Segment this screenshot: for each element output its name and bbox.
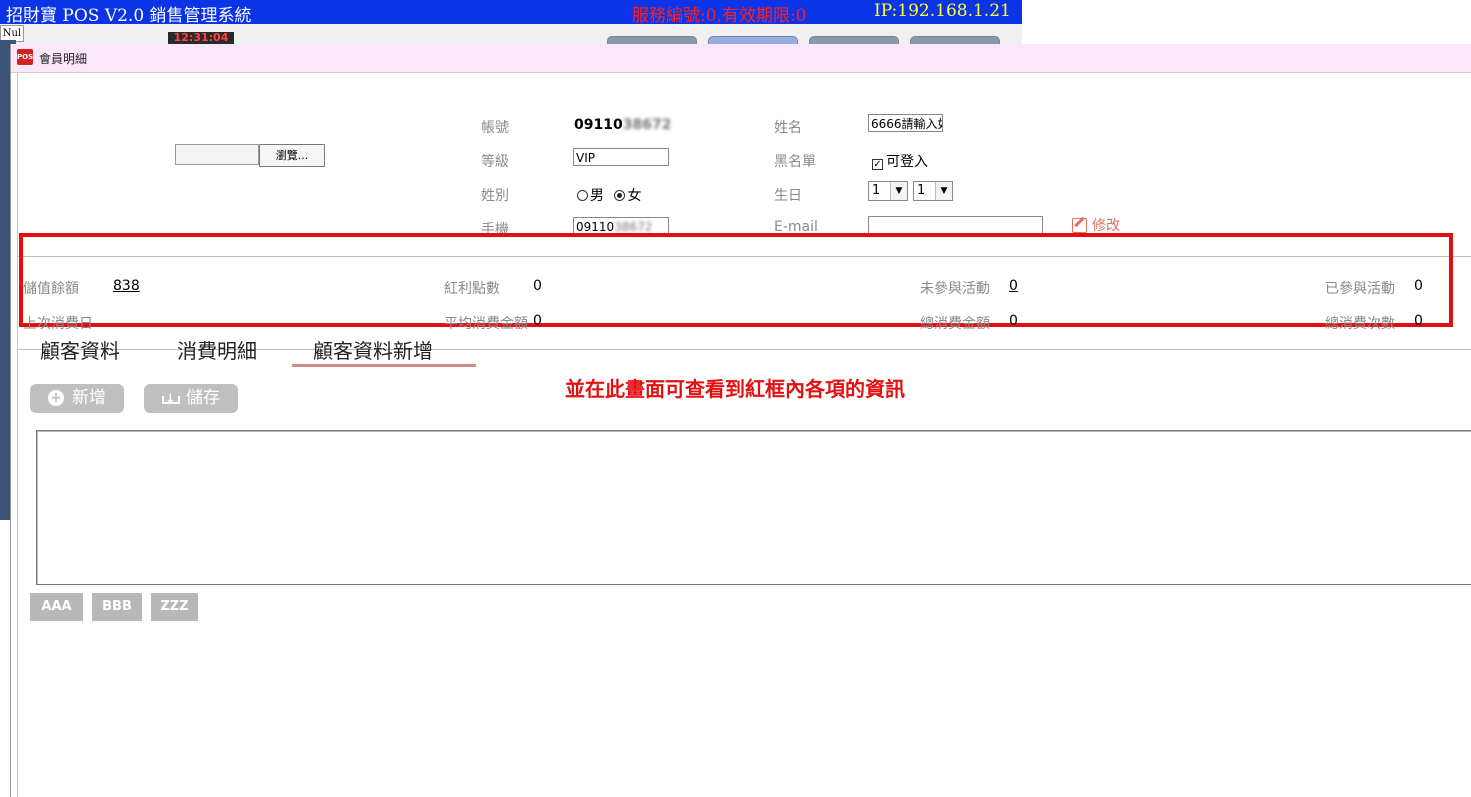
plus-icon: +	[48, 390, 64, 406]
gender-male-label: 男	[590, 188, 604, 204]
login-allowed-checkbox[interactable]: ✓	[872, 159, 883, 170]
customer-info-area[interactable]	[36, 430, 1471, 585]
birthday-month-value: 1	[872, 183, 881, 198]
add-label: 新增	[72, 388, 106, 408]
avg-spend-label: 平均消費金額	[444, 316, 528, 332]
active-tab-indicator	[292, 364, 476, 367]
gender-label: 姓別	[481, 188, 509, 204]
name-input[interactable]: 6666請輸入如	[868, 114, 943, 132]
level-input[interactable]: VIP	[573, 148, 669, 166]
chevron-down-icon: ▼	[890, 182, 907, 200]
login-allowed-label: 可登入	[886, 154, 928, 170]
stored-value-label: 儲值餘額	[23, 281, 79, 297]
not-joined-link[interactable]: 0	[1009, 278, 1018, 294]
ip-info: IP:192.168.1.21	[874, 1, 1011, 21]
gender-female-radio[interactable]	[614, 190, 626, 201]
gender-radio-group: 男 女	[577, 185, 641, 205]
joined-label: 已參與活動	[1325, 281, 1395, 297]
download-icon	[162, 385, 180, 414]
bonus-points-label: 紅利點數	[444, 281, 500, 297]
total-count-label: 總消費次數	[1325, 316, 1395, 332]
app-titlebar: 招財寶 POS V2.0 銷售管理系統 服務編號:0,有效期限:0 IP:192…	[0, 0, 1022, 26]
total-count-value: 0	[1414, 313, 1423, 329]
tag-button[interactable]: BBB	[92, 593, 142, 621]
joined-value: 0	[1414, 278, 1423, 294]
annotation-note: 並在此畫面可查看到紅框內各項的資訊	[565, 377, 905, 401]
edit-label: 修改	[1092, 218, 1120, 234]
tab-customer-info[interactable]: 顧客資料	[40, 335, 120, 364]
gender-female-label: 女	[627, 188, 642, 204]
pos-logo-icon: POS	[17, 49, 33, 65]
last-purchase-label: 上次消費日	[23, 316, 93, 332]
total-spend-value: 0	[1009, 313, 1018, 329]
photo-file-field[interactable]	[175, 144, 259, 165]
app-clock: 12:31:04	[168, 32, 234, 44]
birthday-label: 生日	[774, 188, 802, 204]
save-label: 儲存	[186, 388, 220, 408]
birthday-day-select[interactable]: 1 ▼	[913, 181, 953, 201]
add-button[interactable]: + 新增	[30, 384, 124, 413]
app-title: 招財寶 POS V2.0 銷售管理系統	[6, 6, 252, 26]
blacklist-label: 黑名單	[774, 154, 816, 170]
birthday-month-select[interactable]: 1 ▼	[868, 181, 908, 201]
browse-button[interactable]: 瀏覽...	[259, 144, 325, 167]
member-detail-dialog: POS 會員明細 瀏覽... 帳號 0911038672 等級 VIP 姓別 男…	[10, 44, 1471, 797]
highlight-box	[19, 233, 1453, 327]
not-joined-label: 未參與活動	[920, 281, 990, 297]
account-value: 0911038672	[574, 117, 672, 133]
edit-button[interactable]: 修改	[1072, 215, 1120, 235]
gender-male-radio[interactable]	[577, 190, 588, 201]
dialog-title: 會員明細	[39, 52, 88, 66]
save-button[interactable]: 儲存	[144, 384, 238, 414]
stored-value-link[interactable]: 838	[113, 278, 140, 294]
avg-spend-value: 0	[533, 313, 542, 329]
login-allowed-option[interactable]: ✓ 可登入	[872, 151, 928, 171]
birthday-day-value: 1	[917, 183, 926, 198]
dialog-body: 瀏覽... 帳號 0911038672 等級 VIP 姓別 男 女 手機 091…	[17, 73, 1471, 797]
level-label: 等級	[481, 154, 509, 170]
account-label: 帳號	[481, 120, 509, 136]
dialog-titlebar[interactable]: POS 會員明細	[11, 44, 1471, 73]
tag-button[interactable]: ZZZ	[151, 593, 198, 621]
name-label: 姓名	[774, 120, 802, 136]
service-info: 服務編號:0,有效期限:0	[632, 6, 807, 26]
tab-purchase-details[interactable]: 消費明細	[177, 335, 257, 364]
bonus-points-value: 0	[533, 278, 542, 294]
account-masked: 38672	[622, 117, 672, 133]
total-spend-label: 總消費金額	[920, 316, 990, 332]
tab-add-customer-info[interactable]: 顧客資料新增	[313, 335, 433, 364]
tag-button[interactable]: AAA	[30, 593, 83, 621]
edit-icon	[1072, 218, 1087, 233]
chevron-down-icon: ▼	[935, 182, 952, 200]
